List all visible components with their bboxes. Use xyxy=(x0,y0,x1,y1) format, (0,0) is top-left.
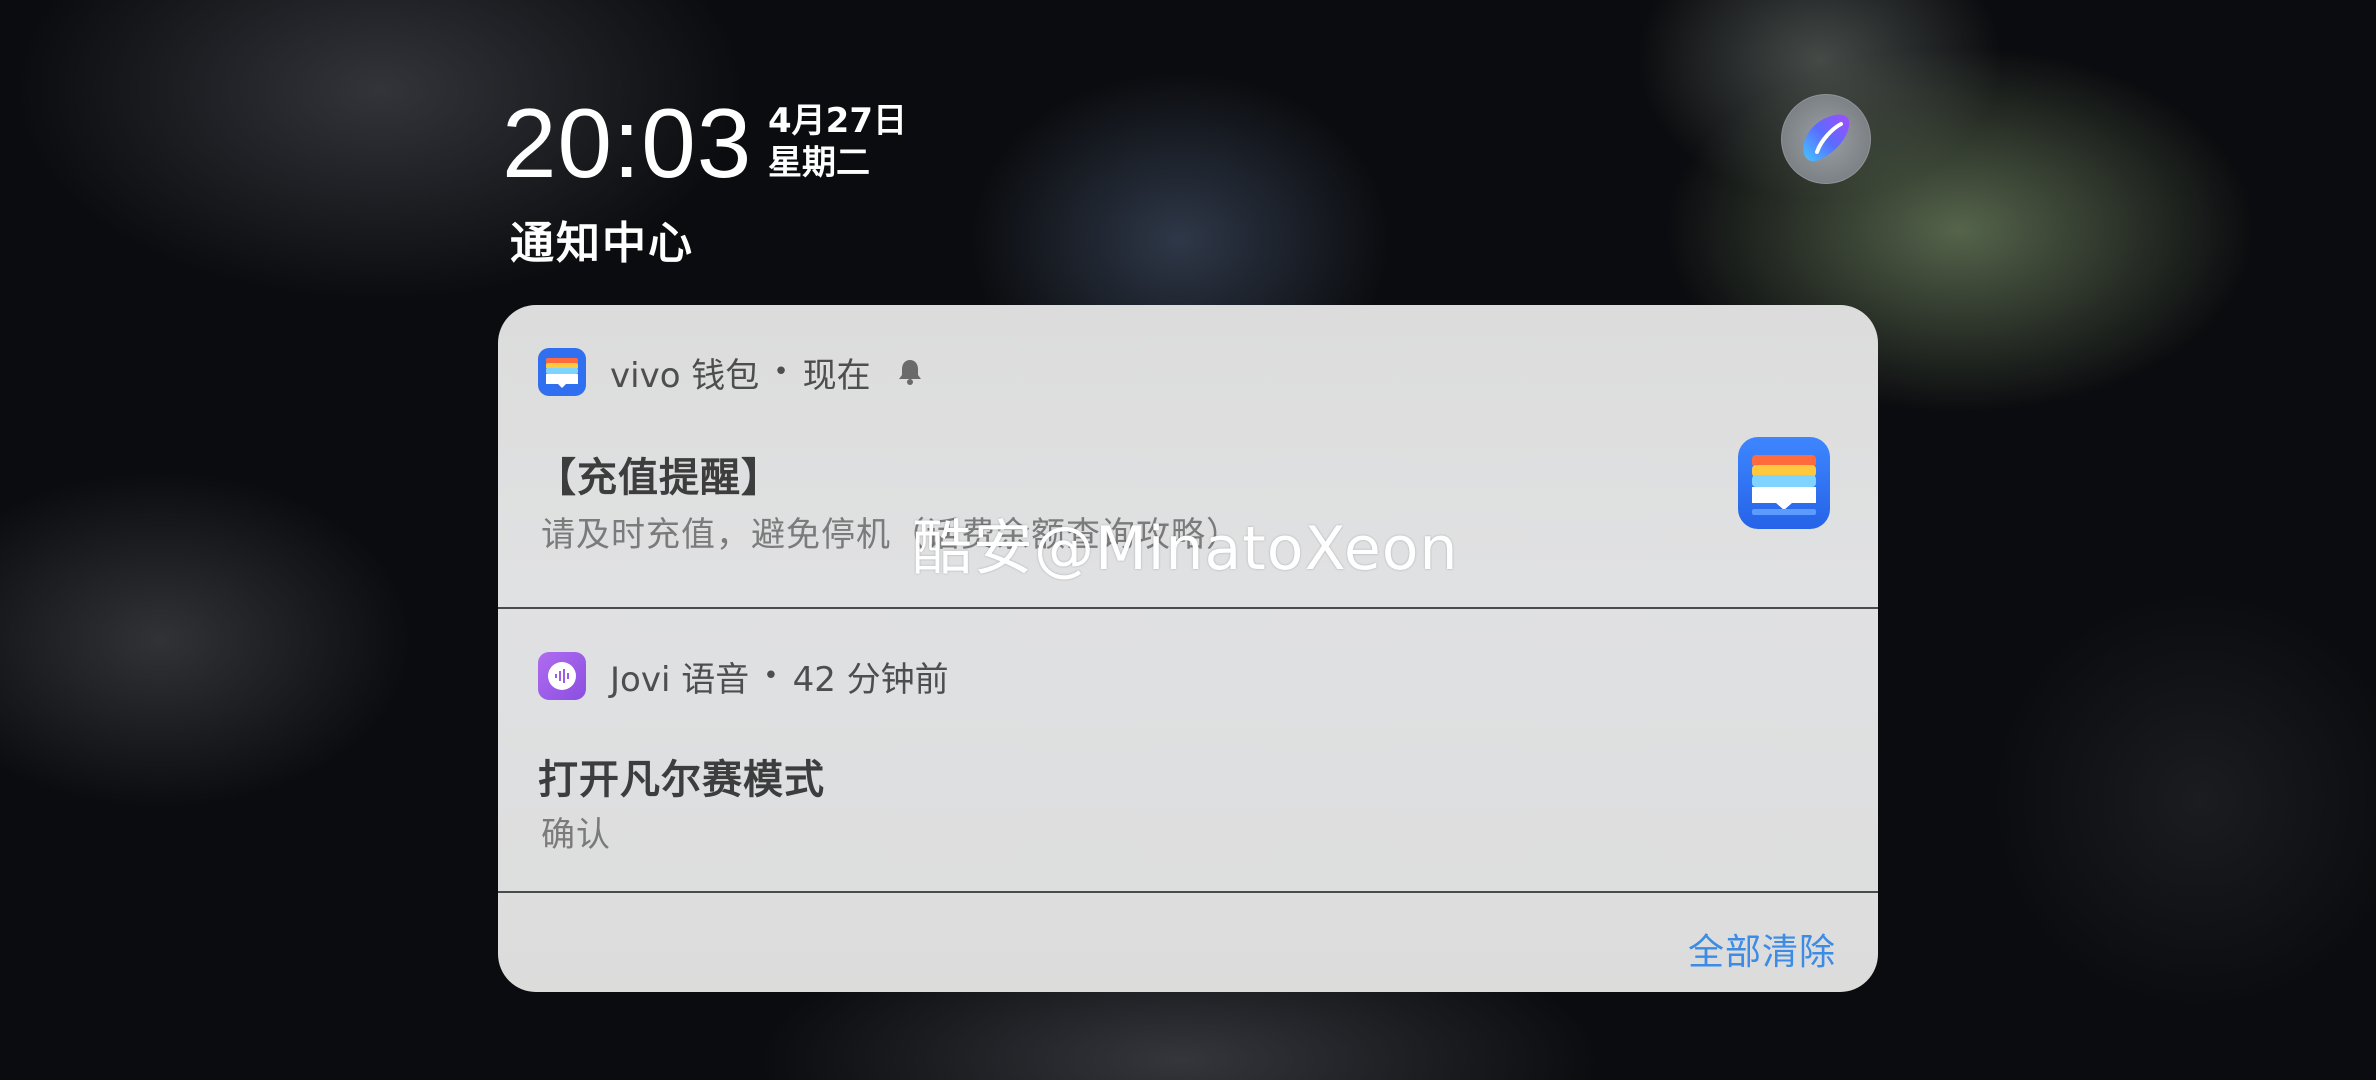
notification-title: 打开凡尔赛模式 xyxy=(538,757,825,803)
weekday: 星期二 xyxy=(768,143,870,183)
jovi-assistant-icon xyxy=(1803,114,1850,162)
notification-center-title: 通知中心 xyxy=(510,218,694,269)
lock-screen: 20:03 4月27日 星期二 通知中心 vivo 钱包 • 现在 【充值提醒】… xyxy=(0,0,2376,1080)
notification-time: 现在 xyxy=(802,355,871,396)
app-name: vivo 钱包 xyxy=(610,355,760,396)
date-block: 4月27日 星期二 xyxy=(768,100,907,184)
clock: 20:03 xyxy=(502,88,753,198)
notification-time: 42 分钟前 xyxy=(792,659,949,700)
app-name: Jovi 语音 xyxy=(610,659,750,700)
watermark: 酷安@MinatoXeon xyxy=(912,514,1459,584)
bell-icon xyxy=(897,358,923,386)
notification-title: 【充值提醒】 xyxy=(536,455,782,501)
notification-header: Jovi 语音 • 42 分钟前 xyxy=(538,651,949,701)
separator-dot: • xyxy=(773,357,789,387)
wallet-app-icon xyxy=(1738,437,1830,529)
jovi-assistant-button[interactable] xyxy=(1781,94,1871,184)
separator-dot: • xyxy=(763,661,779,691)
notification-header: vivo 钱包 • 现在 xyxy=(538,347,923,397)
notification-item[interactable]: Jovi 语音 • 42 分钟前 打开凡尔赛模式 确认 xyxy=(498,609,1878,893)
notification-panel: vivo 钱包 • 现在 【充值提醒】 请及时充值，避免停机（话费余额查询攻略） xyxy=(498,305,1878,992)
voice-icon xyxy=(538,652,586,700)
clear-all-button[interactable]: 全部清除 xyxy=(1688,923,1836,975)
notification-body: 确认 xyxy=(541,815,611,855)
wallet-icon xyxy=(538,348,586,396)
date: 4月27日 xyxy=(768,101,907,141)
